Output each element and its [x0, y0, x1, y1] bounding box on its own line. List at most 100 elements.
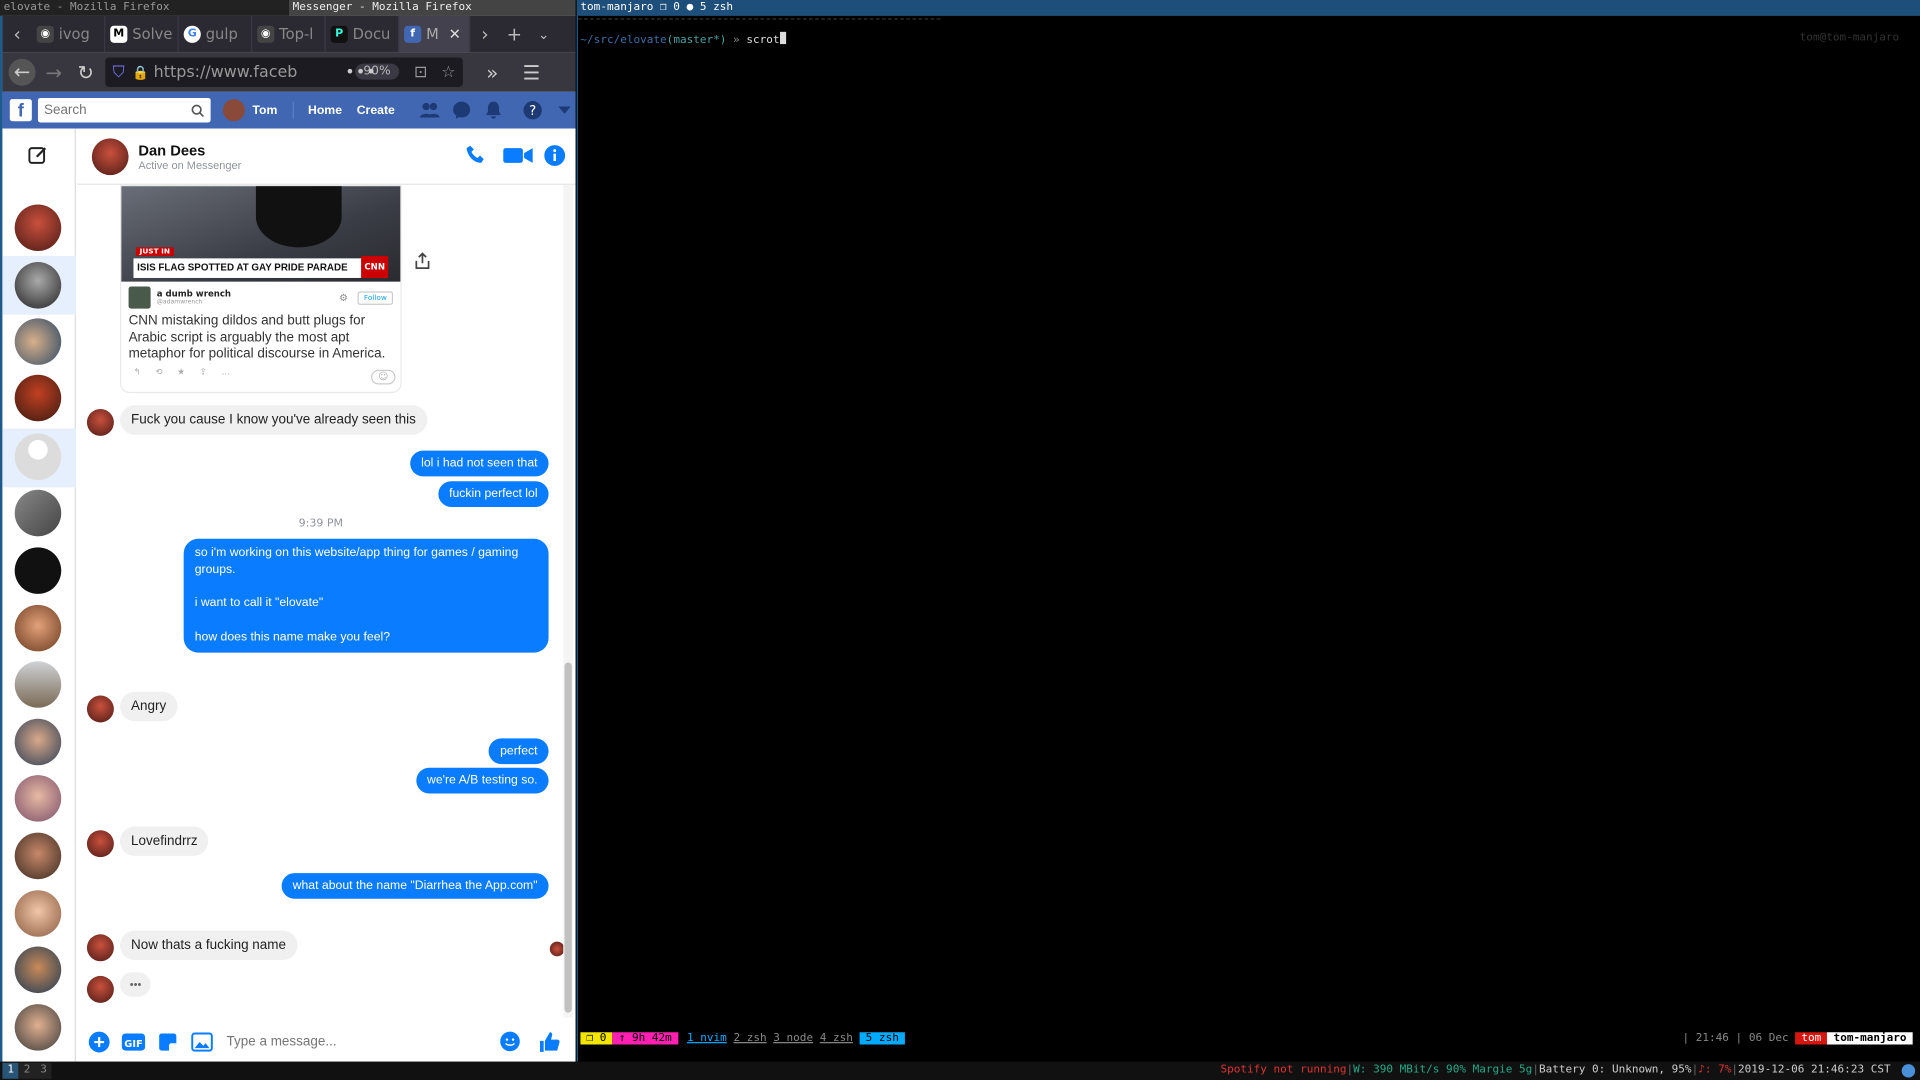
scrollbar-track[interactable]: [563, 184, 574, 1018]
search-icon[interactable]: [191, 103, 205, 117]
pocket-icon[interactable]: ⊡: [414, 63, 427, 81]
conversation-avatar[interactable]: [14, 604, 62, 652]
terminal-window[interactable]: ~/src/elovate(master*) » scrot tom@tom-m…: [576, 15, 1920, 1062]
new-message-icon[interactable]: [27, 144, 49, 171]
conversation-avatar[interactable]: [14, 946, 62, 994]
conversation-avatar[interactable]: [14, 1004, 62, 1051]
message-line: so i'm working on this website/app thing…: [194, 546, 519, 560]
tab-top[interactable]: ◉ Top-l: [252, 15, 326, 53]
conversation-avatar[interactable]: [14, 547, 62, 594]
fb-home-link[interactable]: Home: [308, 103, 342, 116]
bookmark-star-icon[interactable]: ☆: [441, 63, 455, 81]
tab-docu[interactable]: P Docu: [326, 15, 400, 53]
facebook-topbar: f Tom Home Create ?: [2, 91, 576, 129]
conversation-avatar[interactable]: [14, 374, 62, 422]
tmux-window-2[interactable]: 2 zsh: [733, 1032, 766, 1044]
reload-icon[interactable]: ↻: [70, 61, 102, 84]
back-icon[interactable]: ←: [8, 58, 36, 86]
overflow-icon[interactable]: »: [476, 61, 508, 84]
conversation-list: [2, 128, 76, 1062]
workspace-3[interactable]: 3: [35, 1062, 52, 1079]
outgoing-message[interactable]: fuckin perfect lol: [438, 481, 549, 507]
incoming-message[interactable]: Angry: [120, 691, 178, 722]
outgoing-message[interactable]: lol i had not seen that: [410, 450, 549, 477]
like-icon[interactable]: [538, 1030, 562, 1054]
message-line: groups.: [194, 563, 236, 577]
incoming-message[interactable]: Now thats a fucking name: [120, 930, 298, 961]
tmux-session[interactable]: ❒ 0: [580, 1032, 613, 1045]
tab-scroll-left-icon[interactable]: ‹: [2, 23, 31, 45]
conversation-avatar[interactable]: [14, 832, 62, 880]
tab-messenger[interactable]: f M ✕: [399, 15, 471, 53]
add-icon[interactable]: [87, 1030, 111, 1054]
tracking-shield-icon[interactable]: ⛉: [113, 63, 125, 81]
facebook-logo-icon[interactable]: f: [9, 99, 32, 122]
url-bar[interactable]: ⛉ 🔒 https://www.faceb 90% ••• ⊡ ☆: [105, 57, 463, 87]
conversation-avatar[interactable]: [14, 718, 62, 766]
message-input[interactable]: [226, 1034, 472, 1050]
incoming-message[interactable]: Fuck you cause I know you've already see…: [120, 405, 427, 435]
fb-search-input[interactable]: [43, 102, 179, 118]
tmux-window-1[interactable]: 1 nvim: [687, 1032, 727, 1044]
outgoing-message[interactable]: we're A/B testing so.: [415, 767, 549, 794]
video-call-icon[interactable]: [502, 146, 534, 170]
conversation-avatar[interactable]: [14, 890, 62, 937]
help-icon[interactable]: ?: [522, 99, 544, 121]
tmux-window-4[interactable]: 4 zsh: [820, 1032, 853, 1044]
fb-create-link[interactable]: Create: [357, 103, 395, 116]
outgoing-message-multiline[interactable]: so i'm working on this website/app thing…: [183, 538, 549, 653]
wm-title-messenger[interactable]: Messenger - Mozilla Firefox: [288, 0, 576, 16]
tab-ivog[interactable]: ◉ ivog: [32, 15, 106, 53]
contact-avatar[interactable]: [91, 137, 129, 175]
url-text[interactable]: https://www.faceb: [154, 63, 298, 81]
tab-list-icon[interactable]: ⌄: [529, 26, 558, 42]
lock-icon[interactable]: 🔒: [132, 64, 149, 80]
wm-title-terminal[interactable]: tom-manjaro ❒ 0 ● 5 zsh: [576, 0, 1920, 16]
emoji-icon[interactable]: [500, 1031, 521, 1057]
user-avatar[interactable]: [223, 99, 246, 122]
tab-solve[interactable]: M Solve: [105, 15, 179, 53]
tmux-window-5-active[interactable]: 5 zsh: [859, 1032, 905, 1045]
tmux-pane-border: [577, 18, 941, 20]
incoming-message[interactable]: Lovefindrrz: [120, 826, 209, 856]
tab-scroll-right-icon[interactable]: ›: [470, 23, 499, 45]
conversation-avatar[interactable]: [14, 204, 62, 252]
close-tab-icon[interactable]: ✕: [449, 26, 461, 43]
workspace-2[interactable]: 2: [18, 1062, 36, 1079]
conversation-avatar[interactable]: [14, 262, 62, 309]
wm-title-firefox-elovate[interactable]: elovate - Mozilla Firefox: [0, 0, 289, 16]
photo-icon[interactable]: [190, 1030, 214, 1054]
new-tab-icon[interactable]: +: [500, 23, 529, 45]
gif-icon[interactable]: GIF: [121, 1030, 146, 1054]
workspace-1[interactable]: 1: [2, 1062, 19, 1079]
conversation-avatar[interactable]: [14, 775, 62, 822]
fb-search[interactable]: [37, 97, 211, 123]
page-actions-icon[interactable]: •••: [345, 63, 377, 81]
scrollbar-thumb[interactable]: [564, 662, 572, 1013]
conversation-avatar[interactable]: [14, 489, 62, 537]
tmux-window-3[interactable]: 3 node: [773, 1032, 813, 1044]
messenger-icon[interactable]: [451, 99, 473, 121]
menu-icon[interactable]: ☰: [516, 61, 548, 84]
tray-icon[interactable]: [1901, 1064, 1916, 1078]
sender-avatar: [86, 408, 114, 436]
voice-call-icon[interactable]: [465, 144, 487, 171]
outgoing-message[interactable]: what about the name "Diarrhea the App.co…: [281, 873, 549, 899]
conversation-avatar[interactable]: [14, 433, 62, 481]
shared-image-message[interactable]: JUST IN ISIS FLAG SPOTTED AT GAY PRIDE P…: [120, 184, 402, 394]
fb-user-name[interactable]: Tom: [252, 103, 277, 116]
outgoing-message[interactable]: perfect: [489, 738, 549, 765]
account-menu-icon[interactable]: [554, 99, 576, 121]
contact-name[interactable]: Dan Dees: [138, 141, 241, 158]
conversation-info-icon[interactable]: [544, 144, 566, 171]
friends-icon[interactable]: [419, 99, 441, 121]
conversation-avatar[interactable]: [14, 318, 62, 365]
notifications-icon[interactable]: [483, 99, 505, 121]
react-icon[interactable]: ☺: [371, 369, 396, 385]
sticker-icon[interactable]: [156, 1030, 180, 1054]
tab-gulp[interactable]: Ggulp: [179, 15, 253, 53]
conversation-avatar[interactable]: [14, 661, 62, 708]
forward-icon[interactable]: →: [38, 61, 70, 84]
share-icon[interactable]: [415, 251, 430, 274]
